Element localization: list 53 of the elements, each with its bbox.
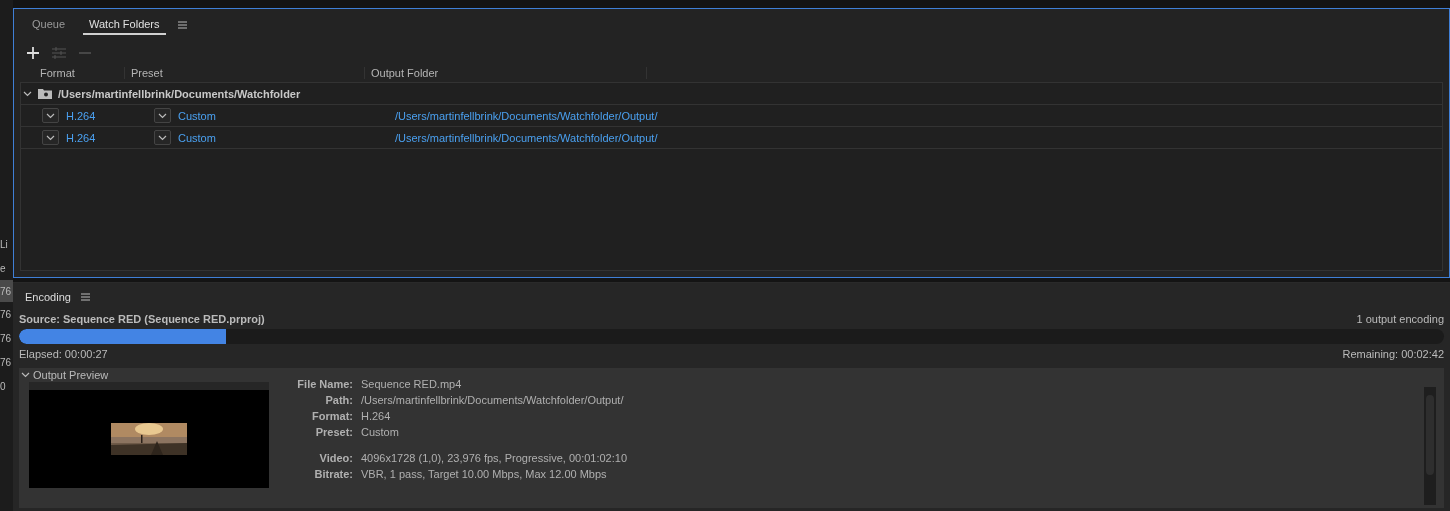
dropdown-button[interactable] (154, 108, 171, 123)
list-item[interactable]: 76 (0, 326, 13, 350)
column-header[interactable]: Preset (125, 67, 365, 79)
detail-label: Format: (311, 410, 353, 422)
detail-value: 4096x1728 (1,0), 23,976 fps, Progressive, 00:01:02:10 (361, 452, 628, 464)
tab[interactable]: Watch Folders (83, 15, 166, 35)
menu-icon[interactable] (177, 21, 187, 29)
preset-link[interactable]: Custom (178, 109, 216, 122)
chevron-icon (46, 112, 55, 119)
list-item[interactable]: Li (0, 232, 13, 256)
minus-icon (79, 52, 91, 54)
detail-label: Preset: (314, 426, 353, 438)
chevron-icon (158, 134, 167, 141)
chevron-icon (23, 90, 32, 97)
folder-path: /Users/martinfellbrink/Documents/Watchfolder (58, 87, 301, 100)
detail-value: Custom (361, 426, 400, 438)
column-header[interactable]: Output Folder (365, 67, 647, 79)
plus-icon (27, 47, 39, 59)
source-label: Source: Sequence RED (Sequence RED.prproj) (19, 313, 265, 325)
format-link[interactable]: H.264 (66, 131, 96, 144)
detail-label: Bitrate: (313, 468, 353, 480)
chevron-icon (21, 372, 30, 378)
list-item[interactable]: e (0, 256, 13, 280)
detail-label: Path: (324, 394, 353, 406)
preset-link[interactable]: Custom (178, 131, 216, 144)
output-folder-link[interactable]: /Users/martinfellbrink/Documents/Watchfolder/Output/ (395, 131, 1442, 144)
output-folder-link[interactable]: /Users/martinfellbrink/Documents/Watchfolder/Output/ (395, 109, 1442, 122)
elapsed-time: Elapsed: 00:00:27 (19, 348, 108, 360)
chevron-icon (158, 112, 167, 119)
dropdown-button[interactable] (154, 130, 171, 145)
chevron-icon (46, 134, 55, 141)
add-button[interactable] (26, 46, 40, 60)
list-item[interactable]: 0 (0, 374, 13, 398)
detail-label: File Name: (296, 378, 353, 390)
output-count: 1 output encoding (1356, 313, 1444, 325)
detail-value: Sequence RED.mp4 (361, 378, 463, 390)
tab[interactable]: Queue (26, 15, 72, 35)
dropdown-button[interactable] (42, 130, 59, 145)
dropdown-button[interactable] (42, 108, 59, 123)
menu-icon[interactable] (80, 293, 90, 301)
detail-value: H.264 (361, 410, 392, 422)
panel-title[interactable]: Encoding (25, 291, 71, 303)
sliders-icon (52, 47, 66, 59)
detail-label: Video: (318, 452, 353, 464)
detail-value: /Users/martinfellbrink/Documents/Watchfolder/Output/ (361, 394, 625, 406)
list-item[interactable]: 76 (0, 302, 13, 326)
list-item[interactable]: 76 (0, 350, 13, 374)
format-link[interactable]: H.264 (66, 109, 96, 122)
column-header[interactable]: Format (34, 67, 125, 79)
remaining-time: Remaining: 00:02:42 (1342, 348, 1444, 360)
list-item[interactable]: 76 (0, 280, 13, 302)
folder-icon (38, 88, 52, 99)
detail-value: VBR, 1 pass, Target 10.00 Mbps, Max 12.00 Mbps (361, 468, 608, 480)
